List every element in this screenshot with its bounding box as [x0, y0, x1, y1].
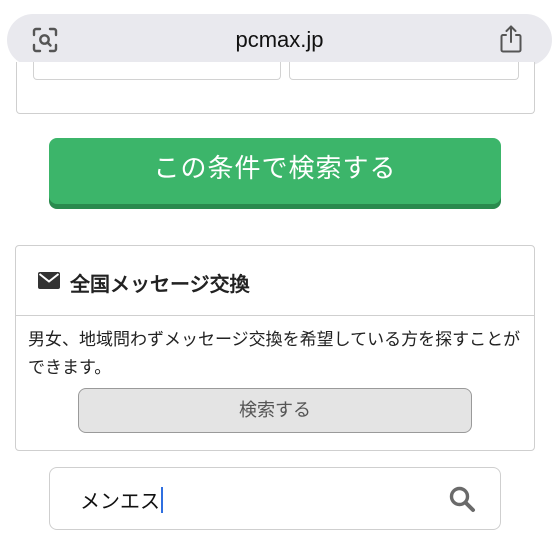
message-search-button[interactable]: 検索する	[78, 388, 472, 433]
condition-field-right[interactable]	[289, 62, 519, 80]
card-header: 全国メッセージ交換	[16, 246, 534, 316]
search-with-conditions-button[interactable]: この条件で検索する	[49, 138, 501, 204]
search-conditions-panel	[16, 62, 535, 114]
url-text[interactable]: pcmax.jp	[7, 27, 552, 53]
address-bar[interactable]: pcmax.jp	[7, 14, 552, 66]
text-caret	[161, 487, 163, 513]
keyword-search-input[interactable]: メンエス	[49, 467, 501, 530]
envelope-icon	[38, 272, 60, 289]
keyword-input-value[interactable]: メンエス	[80, 485, 163, 514]
condition-field-left[interactable]	[33, 62, 281, 80]
search-icon[interactable]	[448, 485, 476, 513]
message-exchange-card: 全国メッセージ交換 男女、地域問わずメッセージ交換を希望している方を探すことがで…	[15, 245, 535, 451]
card-title: 全国メッセージ交換	[70, 272, 250, 296]
share-icon[interactable]	[498, 24, 524, 54]
card-description: 男女、地域問わずメッセージ交換を希望している方を探すことができます。	[28, 330, 521, 378]
